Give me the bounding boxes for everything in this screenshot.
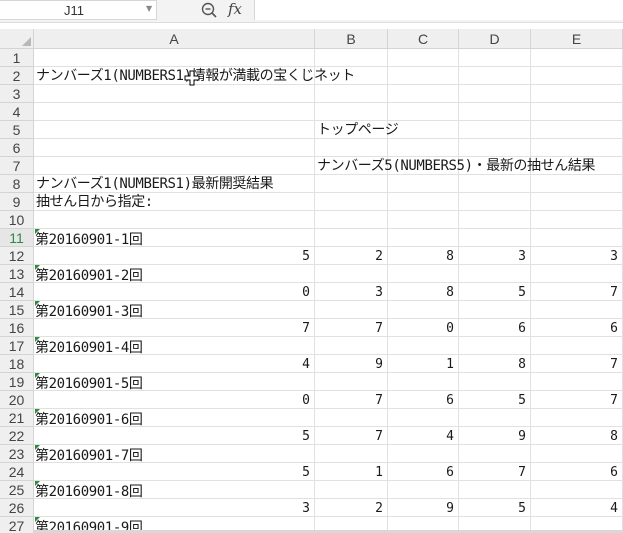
row-header-17[interactable]: 17	[0, 337, 34, 355]
row-header-18[interactable]: 18	[0, 355, 34, 373]
row-header-21[interactable]: 21	[0, 409, 34, 427]
row-header-24[interactable]: 24	[0, 463, 34, 481]
row-header-8[interactable]: 8	[0, 175, 34, 193]
draw-number: 5	[302, 249, 310, 264]
row-header-10[interactable]: 10	[0, 211, 34, 229]
draw-number: 7	[610, 285, 618, 300]
draw-number: 3	[375, 285, 383, 300]
draw-number: 7	[375, 429, 383, 444]
row-header-16[interactable]: 16	[0, 319, 34, 337]
move-cursor-icon	[184, 70, 200, 86]
row-header-19[interactable]: 19	[0, 373, 34, 391]
draw-number: 6	[446, 393, 454, 408]
draw-number: 5	[302, 429, 310, 444]
row-header-15[interactable]: 15	[0, 301, 34, 319]
draw-number: 2	[375, 249, 383, 264]
row-header-20[interactable]: 20	[0, 391, 34, 409]
draw-number: 5	[518, 501, 526, 516]
draw-number: 3	[302, 501, 310, 516]
draw-number: 5	[518, 393, 526, 408]
formula-bar: J11 ▼ fx	[0, 0, 623, 23]
draw-number: 9	[446, 501, 454, 516]
corner-triangle-icon	[22, 37, 31, 46]
draw-number: 9	[375, 357, 383, 372]
row-header-23[interactable]: 23	[0, 445, 34, 463]
column-header-a[interactable]: A	[34, 29, 315, 49]
chevron-down-icon[interactable]: ▼	[146, 4, 152, 13]
row-header-6[interactable]: 6	[0, 139, 34, 157]
row-header-27[interactable]: 27	[0, 517, 34, 533]
draw-number: 0	[302, 393, 310, 408]
row-header-11[interactable]: 11	[0, 229, 34, 247]
row-header-13[interactable]: 13	[0, 265, 34, 283]
column-header-b[interactable]: B	[315, 29, 388, 49]
zoom-icon[interactable]	[200, 0, 218, 20]
fx-icon[interactable]: fx	[228, 0, 242, 18]
draw-number: 7	[518, 465, 526, 480]
row-header-22[interactable]: 22	[0, 427, 34, 445]
column-header-e[interactable]: E	[531, 29, 623, 49]
draw-number: 1	[375, 465, 383, 480]
row-header-25[interactable]: 25	[0, 481, 34, 499]
row-header-12[interactable]: 12	[0, 247, 34, 265]
draw-number: 6	[518, 321, 526, 336]
draw-number: 7	[375, 321, 383, 336]
select-all-corner[interactable]	[0, 29, 34, 49]
name-box-value: J11	[64, 3, 84, 18]
draw-number: 5	[302, 465, 310, 480]
draw-number: 5	[518, 285, 526, 300]
draw-number: 0	[302, 285, 310, 300]
row-header-3[interactable]: 3	[0, 85, 34, 103]
column-header-d[interactable]: D	[459, 29, 531, 49]
draw-number: 6	[446, 465, 454, 480]
draw-number: 3	[610, 249, 618, 264]
draw-number: 4	[610, 501, 618, 516]
worksheet-grid[interactable]: A B C D E 1 2 3 4 5 6 7 8 9 10 11 12 13 14 15 16 17 18 19 20 21 22…	[0, 29, 623, 533]
row-header-14[interactable]: 14	[0, 283, 34, 301]
row-header-4[interactable]: 4	[0, 103, 34, 121]
row-header-2[interactable]: 2	[0, 67, 34, 85]
draw-number: 7	[610, 393, 618, 408]
spreadsheet-window: J11 ▼ fx A B C D E 1 2 3 4 5 6 7 8 9 10 11 12 13 14 15 16 17 1…	[0, 0, 623, 533]
draw-number: 8	[610, 429, 618, 444]
draw-number: 4	[446, 429, 454, 444]
row-header-5[interactable]: 5	[0, 121, 34, 139]
cell-a9: 抽せん日から指定:	[36, 194, 153, 210]
draw-number: 8	[446, 285, 454, 300]
draw-number: 2	[375, 501, 383, 516]
draw-number: 8	[446, 249, 454, 264]
draw-number: 0	[446, 321, 454, 336]
draw-number: 9	[518, 429, 526, 444]
draw-number: 8	[518, 357, 526, 372]
cell-b7: ナンバーズ5(NUMBERS5)・最新の抽せん結果	[317, 158, 596, 174]
row-gridline	[34, 102, 623, 103]
row-gridline	[34, 228, 623, 229]
cell-a8: ナンバーズ1(NUMBERS1)最新開奨結果	[36, 176, 274, 192]
draw-number: 7	[375, 393, 383, 408]
draw-number: 1	[446, 357, 454, 372]
column-header-c[interactable]: C	[388, 29, 459, 49]
formula-input[interactable]	[254, 0, 623, 20]
row-header-9[interactable]: 9	[0, 193, 34, 211]
draw-number: 6	[610, 321, 618, 336]
name-box[interactable]: J11 ▼	[0, 0, 157, 20]
cell-b5: トップページ	[317, 122, 399, 138]
draw-number: 4	[302, 357, 310, 372]
draw-number: 6	[610, 465, 618, 480]
draw-number: 7	[610, 357, 618, 372]
draw-number: 3	[518, 249, 526, 264]
draw-number: 7	[302, 321, 310, 336]
row-header-7[interactable]: 7	[0, 157, 34, 175]
row-header-26[interactable]: 26	[0, 499, 34, 517]
row-header-1[interactable]: 1	[0, 49, 34, 67]
